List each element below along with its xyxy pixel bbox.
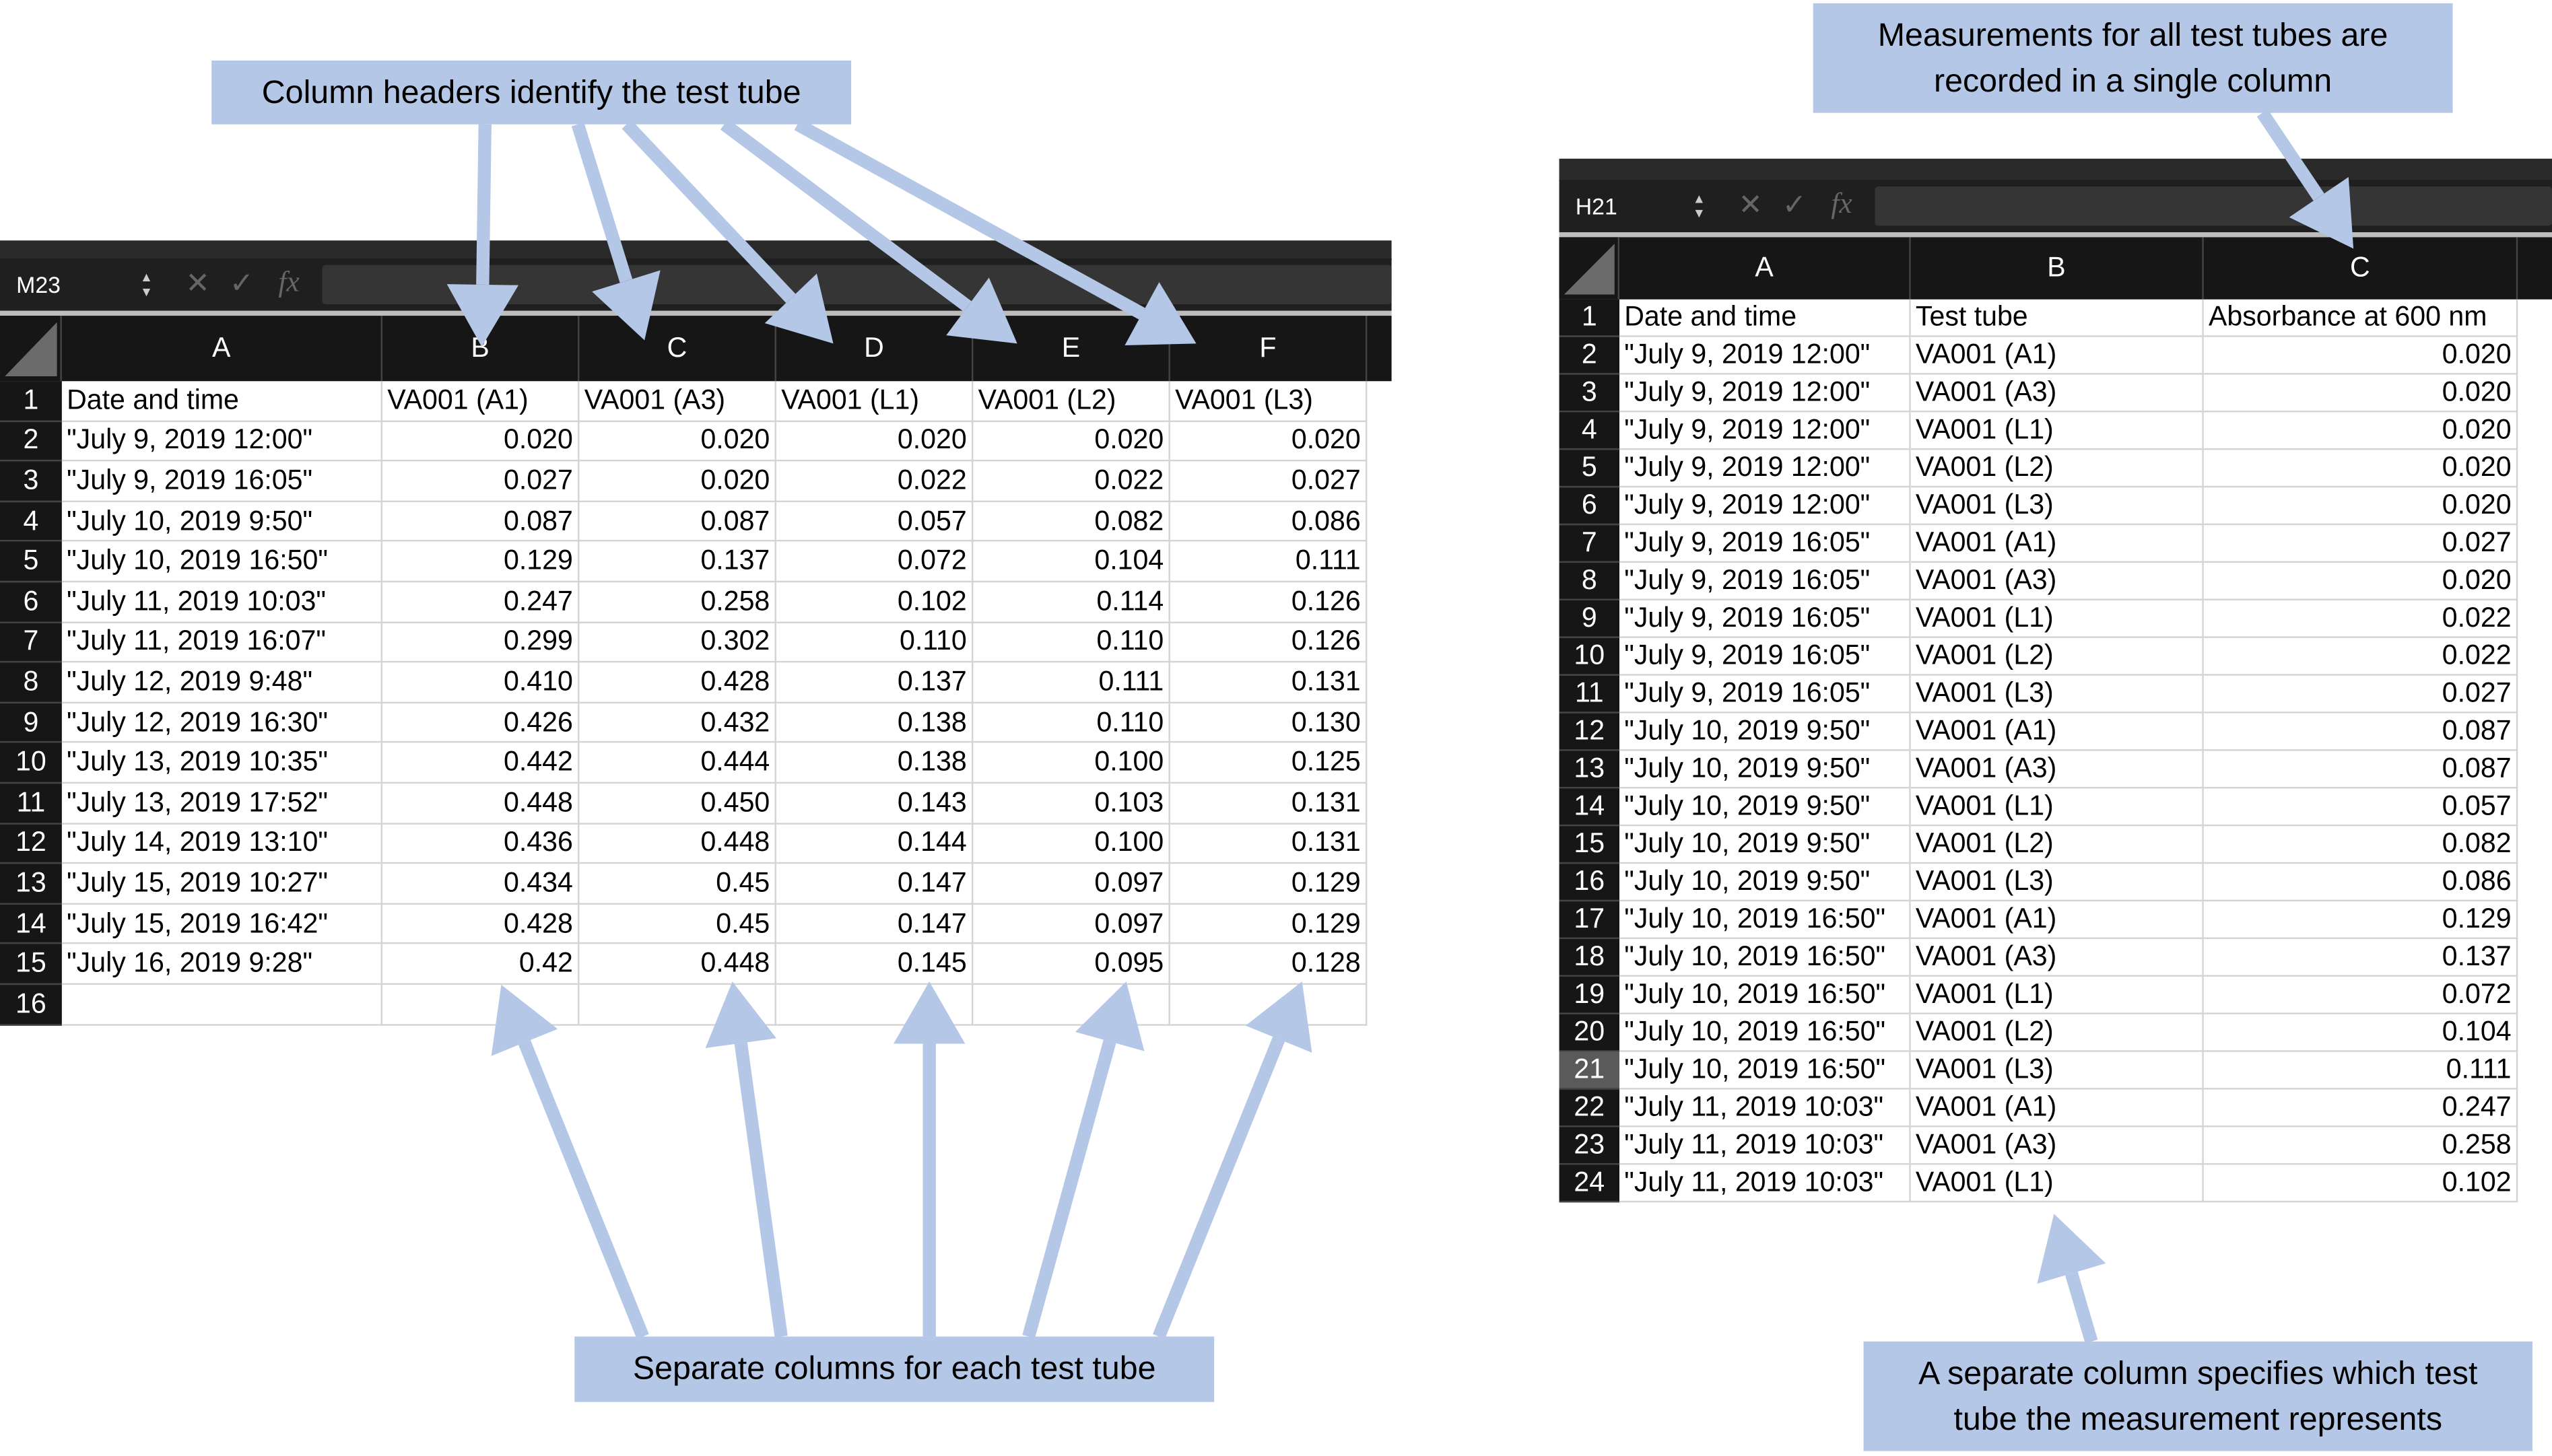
arrow-to-column-0	[491, 985, 649, 1340]
figure: M23 ▲ ▼ ✕ ✓ fx A B C D E F 1 Date and time VA001 (A1) V…	[0, 0, 2552, 1456]
arrow-to-test-tube-column	[2037, 1214, 2106, 1344]
arrow-to-column-4	[1153, 981, 1312, 1340]
arrow-to-header-0	[446, 124, 518, 347]
arrow-to-header-1	[571, 122, 661, 341]
arrow-to-column-2	[893, 981, 966, 1337]
callout-separate-columns: Separate columns for each test tube	[574, 1336, 1215, 1402]
arrow-to-column-1	[705, 981, 788, 1338]
callout-column-headers: Column headers identify the test tube	[211, 60, 852, 125]
arrow-to-absorbance-column	[2256, 109, 2354, 249]
callout-separate-column-specifies: A separate column specifies which test t…	[1863, 1341, 2532, 1451]
arrow-to-column-3	[1022, 981, 1145, 1339]
callout-single-column: Measurements for all test tubes are reco…	[1813, 3, 2453, 113]
arrow-to-header-2	[622, 120, 834, 344]
annotation-arrows	[446, 109, 2354, 1344]
